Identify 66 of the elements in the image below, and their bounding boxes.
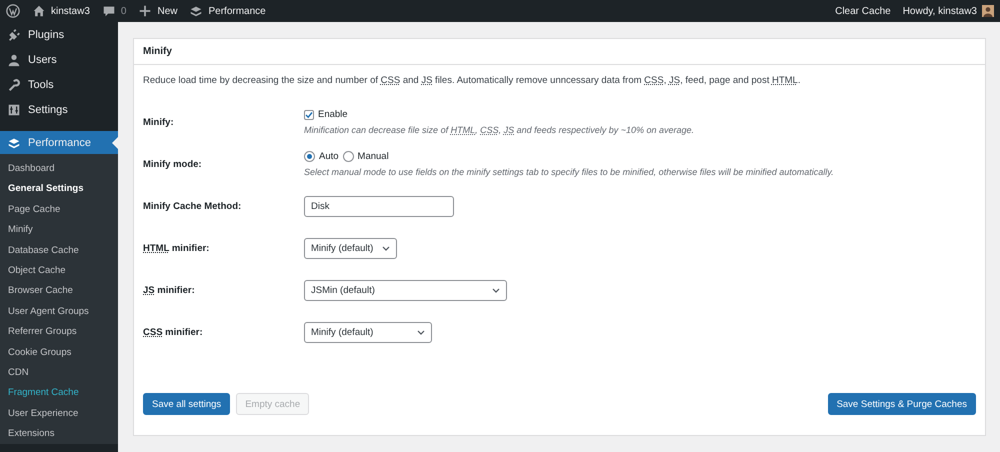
wrench-icon — [7, 78, 21, 92]
sidebar-item[interactable]: Tools — [0, 72, 118, 97]
field-label: Minify: — [143, 116, 175, 128]
submenu-item[interactable]: Page Cache — [0, 200, 118, 220]
save-purge-button[interactable]: Save Settings & Purge Caches — [828, 393, 976, 415]
sidebar-item-label: Plugins — [28, 28, 64, 40]
field-label: Minify Cache Method: — [143, 200, 242, 212]
speech-bubble-icon — [102, 4, 116, 18]
sidebar-item-label: Users — [28, 54, 57, 66]
avatar-icon — [982, 5, 994, 17]
submenu-item[interactable]: User Experience — [0, 404, 118, 424]
field-label: Minify mode: — [143, 158, 203, 170]
comments-link[interactable]: 0 — [102, 4, 126, 18]
caret-icon — [417, 330, 425, 334]
field-label: CSS minifier: — [143, 326, 204, 338]
submenu-item[interactable]: Minify — [0, 220, 118, 241]
submenu-item[interactable]: Database Cache — [0, 240, 118, 261]
submenu-item[interactable]: User Agent Groups — [0, 302, 118, 322]
stacked-layers-icon — [189, 4, 204, 18]
plug-icon — [7, 28, 21, 42]
sidebar-item[interactable]: Settings — [0, 97, 118, 122]
submenu-item[interactable]: Browser Cache — [0, 281, 118, 302]
plus-icon — [138, 4, 152, 18]
stacked-layers-icon — [7, 136, 21, 150]
help-text: Select manual mode to use fields on the minify settings tab to specify files to be minified, otherwise files will be minified automatically. — [304, 167, 834, 177]
sidebar-item-label: Settings — [28, 104, 68, 116]
submenu-item[interactable]: General Settings — [0, 179, 118, 200]
account-link[interactable]: Howdy, kinstaw3 — [902, 5, 994, 17]
submenu-item[interactable]: Object Cache — [0, 260, 118, 282]
radio-button[interactable] — [342, 151, 354, 162]
dropdown[interactable]: Disk — [304, 196, 454, 216]
person-icon — [7, 52, 21, 66]
house-icon — [32, 4, 46, 18]
dropdown[interactable]: Minify (default) — [304, 238, 397, 258]
radio-button[interactable] — [304, 151, 315, 162]
sidebar-item[interactable]: Plugins — [0, 22, 118, 47]
plugin-link[interactable]: Performance — [189, 4, 266, 18]
wordpress-logo-icon — [6, 4, 20, 18]
dropdown[interactable]: Minify (default) — [304, 322, 432, 342]
panel-description: Reduce load time by decreasing the size and number of CSS and JS files. Automatically remove unncessary data from CSS, JS, feed, page and post HTML. — [143, 75, 802, 86]
submenu-item[interactable]: Extensions — [0, 424, 118, 444]
checkbox-label: Enable — [318, 109, 348, 120]
field-label: JS minifier: — [143, 284, 196, 296]
save-button[interactable]: Save all settings — [143, 393, 230, 415]
sidebar-item[interactable]: Performance — [0, 131, 118, 154]
checkbox[interactable] — [304, 110, 314, 120]
submenu-item[interactable]: Dashboard — [0, 159, 118, 180]
radio-label: Auto — [319, 151, 339, 162]
panel-title: Minify — [134, 39, 985, 65]
sidebar-item[interactable]: Users — [0, 47, 118, 72]
settings-icon — [7, 102, 21, 116]
site-link[interactable]: kinstaw3 — [32, 4, 90, 18]
help-text: Minification can decrease file size of HTML, CSS, JS and feeds respectively by ~10% on average. — [304, 125, 694, 135]
field-label: HTML minifier: — [143, 242, 210, 254]
caret-icon — [382, 246, 390, 250]
submenu-item[interactable]: CDN — [0, 362, 118, 384]
submenu-item[interactable]: Cookie Groups — [0, 342, 118, 363]
submenu-item[interactable]: Referrer Groups — [0, 322, 118, 343]
submenu-item[interactable]: Fragment Cache — [0, 383, 118, 404]
dropdown[interactable]: JSMin (default) — [304, 280, 507, 300]
caret-icon — [492, 288, 500, 292]
radio-label: Manual — [358, 151, 389, 162]
sidebar-item-label: Tools — [28, 78, 54, 90]
clear-cache-link[interactable]: Clear Cache — [835, 6, 891, 16]
sidebar-item-label: Performance — [28, 136, 91, 148]
new-link[interactable]: New — [138, 4, 178, 18]
